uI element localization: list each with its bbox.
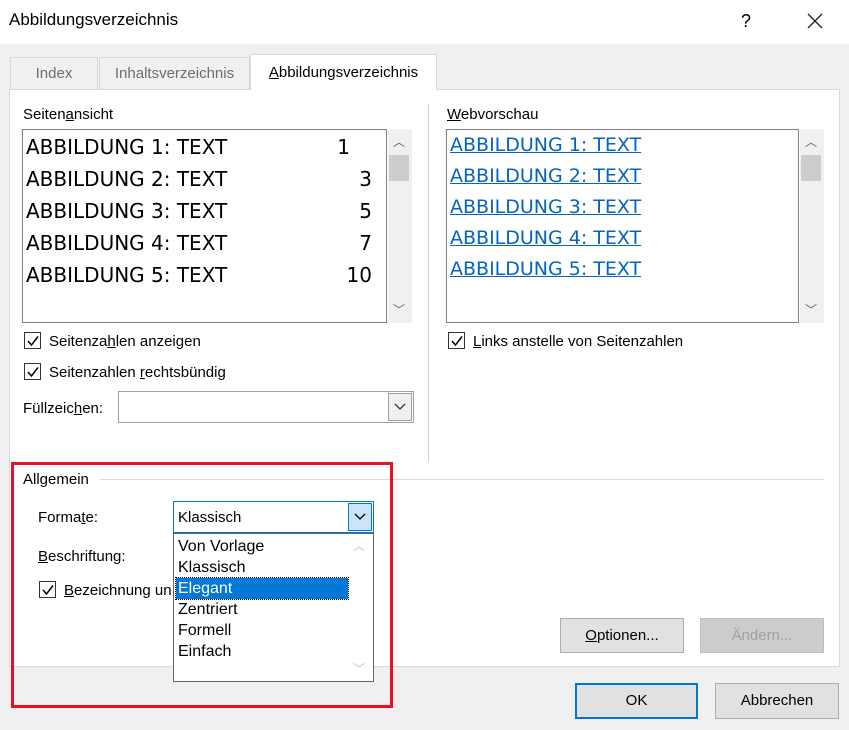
web-preview-link[interactable]: ABBILDUNG 1: TEXT	[450, 134, 641, 156]
preview-page: 5	[359, 199, 372, 223]
preview-page: 3	[359, 167, 372, 191]
ok-button[interactable]: OK	[575, 683, 698, 719]
tab-leader-select[interactable]	[118, 391, 414, 423]
web-preview-link[interactable]: ABBILDUNG 3: TEXT	[450, 196, 641, 218]
preview-entry: ABBILDUNG 3: TEXT	[26, 199, 228, 223]
tab-leader-label: Füllzeichen:	[23, 400, 104, 417]
print-preview-scrollbar[interactable]: ︿ ﹀	[388, 129, 412, 323]
scroll-thumb[interactable]	[389, 155, 409, 181]
scroll-down-icon[interactable]: ﹀	[388, 299, 410, 321]
checkmark-icon	[27, 336, 39, 347]
close-button[interactable]	[800, 6, 830, 36]
web-preview-list[interactable]: ABBILDUNG 1: TEXT ABBILDUNG 2: TEXT ABBI…	[446, 129, 799, 323]
web-preview-label: Webvorschau	[447, 106, 539, 123]
print-preview-label: Seitenansicht	[23, 106, 114, 123]
preview-entry: ABBILDUNG 4: TEXT	[26, 231, 228, 255]
chevron-down-icon	[394, 403, 406, 410]
close-icon	[807, 13, 823, 29]
preview-entry: ABBILDUNG 5: TEXT	[26, 263, 228, 287]
scroll-up-icon[interactable]: ︿	[800, 131, 822, 153]
preview-entry: ABBILDUNG 1: TEXT	[26, 135, 228, 159]
preview-entry: ABBILDUNG 2: TEXT	[26, 167, 228, 191]
right-align-label: Seitenzahlen rechtsbündig	[49, 364, 226, 381]
cancel-button[interactable]: Abbrechen	[715, 683, 839, 719]
scroll-down-icon[interactable]: ﹀	[800, 299, 822, 321]
print-preview-list[interactable]: ABBILDUNG 1: TEXT 1 ABBILDUNG 2: TEXT 3 …	[22, 129, 387, 323]
highlight-frame	[11, 462, 393, 708]
web-preview-link[interactable]: ABBILDUNG 2: TEXT	[450, 165, 641, 187]
scroll-up-icon[interactable]: ︿	[388, 131, 410, 153]
tab-index[interactable]: Index	[10, 57, 98, 89]
options-button[interactable]: Optionen...	[560, 618, 684, 653]
column-divider	[428, 104, 429, 462]
web-preview-link[interactable]: ABBILDUNG 5: TEXT	[450, 258, 641, 280]
checkmark-icon	[27, 367, 39, 378]
show-page-numbers-checkbox[interactable]	[24, 332, 41, 349]
dropdown-button[interactable]	[388, 393, 412, 421]
preview-page: 10	[346, 263, 372, 287]
show-page-numbers-label: Seitenzahlen anzeigen	[49, 333, 201, 350]
tab-abbildungsverzeichnis-label: Abbildungsverzeichnis	[268, 64, 419, 81]
web-preview-scrollbar[interactable]: ︿ ﹀	[800, 129, 824, 323]
use-hyperlinks-checkbox[interactable]	[448, 332, 465, 349]
use-hyperlinks-label: Links anstelle von Seitenzahlen	[473, 333, 684, 350]
help-button[interactable]: ?	[733, 6, 759, 36]
preview-page: 1	[337, 135, 350, 159]
checkmark-icon	[451, 336, 463, 347]
scroll-thumb[interactable]	[801, 155, 821, 181]
right-align-checkbox[interactable]	[24, 363, 41, 380]
tab-abbildungsverzeichnis[interactable]: Abbildungsverzeichnis	[250, 54, 437, 90]
dialog-title: Abbildungsverzeichnis	[9, 10, 179, 29]
preview-page: 7	[359, 231, 372, 255]
modify-button[interactable]: Ändern...	[700, 618, 824, 653]
tab-inhaltsverzeichnis[interactable]: Inhaltsverzeichnis	[99, 57, 250, 89]
web-preview-link[interactable]: ABBILDUNG 4: TEXT	[450, 227, 641, 249]
